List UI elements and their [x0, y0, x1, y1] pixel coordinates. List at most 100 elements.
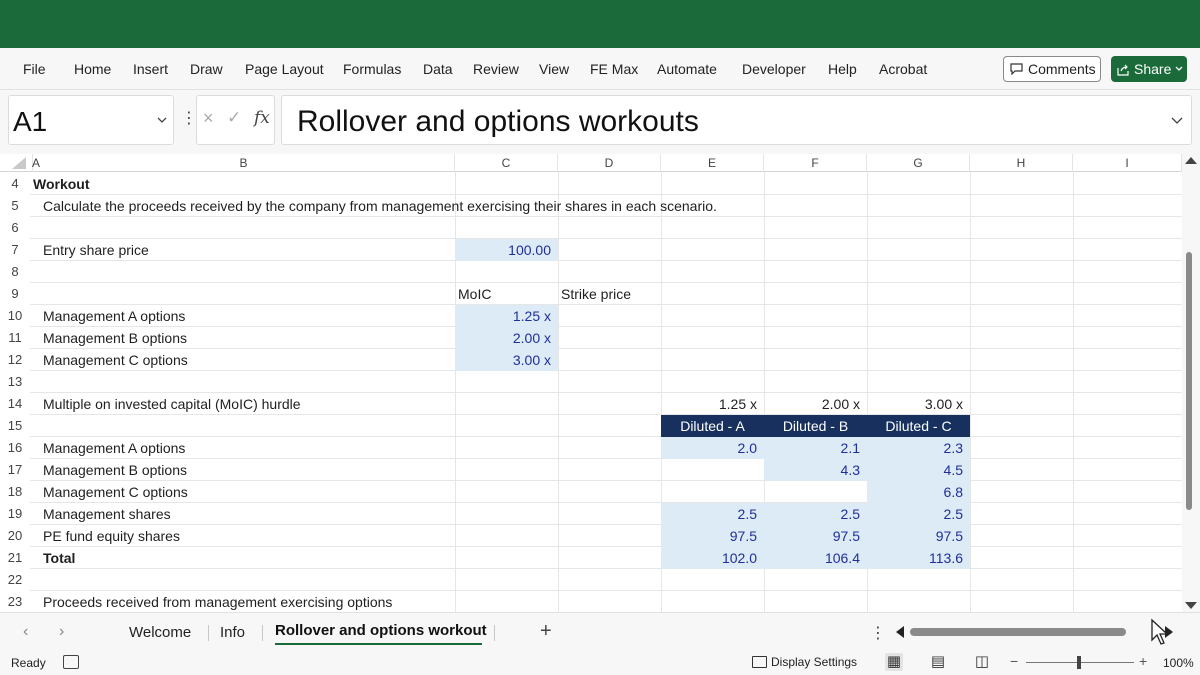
row-header[interactable]: 8 — [0, 261, 30, 283]
row-header[interactable]: 4 — [0, 173, 30, 195]
zoom-out-icon[interactable]: − — [1010, 653, 1018, 669]
chevron-right-icon[interactable]: › — [59, 623, 64, 641]
scroll-down-icon[interactable] — [1185, 602, 1197, 609]
cell-f17[interactable]: 4.3 — [764, 459, 867, 481]
cell-g18[interactable]: 6.8 — [867, 481, 970, 503]
row-header[interactable]: 17 — [0, 459, 30, 481]
cell-b19[interactable]: Management shares — [40, 503, 171, 525]
menu-help[interactable]: Help — [828, 61, 857, 77]
cell-f14[interactable]: 2.00 x — [764, 393, 867, 415]
row-header[interactable]: 20 — [0, 525, 30, 547]
row-header[interactable]: 14 — [0, 393, 30, 415]
page-break-icon[interactable]: ◫ — [973, 653, 991, 671]
menu-fe-max[interactable]: FE Max — [590, 61, 638, 77]
name-box[interactable]: A1 — [8, 95, 174, 145]
menu-draw[interactable]: Draw — [190, 61, 223, 77]
menu-developer[interactable]: Developer — [742, 61, 806, 77]
menu-home[interactable]: Home — [74, 61, 111, 77]
cell-f16[interactable]: 2.1 — [764, 437, 867, 459]
check-icon[interactable]: ✓ — [227, 108, 241, 128]
cell-f21[interactable]: 106.4 — [764, 547, 867, 569]
row-header[interactable]: 16 — [0, 437, 30, 459]
column-header-f[interactable]: F — [764, 154, 867, 172]
comments-button[interactable]: Comments — [1003, 56, 1101, 82]
cell-d9[interactable]: Strike price — [558, 283, 631, 305]
more-options-icon[interactable]: ⋮ — [181, 108, 197, 128]
cell-b5[interactable]: Calculate the proceeds received by the c… — [40, 195, 717, 217]
column-header-b[interactable]: B — [33, 154, 455, 172]
cell-f20[interactable]: 97.5 — [764, 525, 867, 547]
cell-b23[interactable]: Proceeds received from management exerci… — [40, 591, 392, 612]
scroll-up-icon[interactable] — [1185, 157, 1197, 164]
more-options-icon[interactable]: ⋮ — [870, 623, 886, 643]
cell-c7[interactable]: 100.00 — [455, 239, 558, 261]
normal-view-icon[interactable]: ▦ — [885, 653, 903, 671]
chevron-down-icon[interactable] — [157, 116, 167, 124]
cell-f15[interactable]: Diluted - B — [764, 415, 867, 437]
cell-b10[interactable]: Management A options — [40, 305, 185, 327]
row-header[interactable]: 23 — [0, 591, 30, 612]
cell-a4[interactable]: Workout — [30, 173, 90, 195]
row-header[interactable]: 10 — [0, 305, 30, 327]
menu-view[interactable]: View — [539, 61, 569, 77]
row-header[interactable]: 15 — [0, 415, 30, 437]
row-header[interactable]: 9 — [0, 283, 30, 305]
share-button[interactable]: Share — [1111, 56, 1187, 82]
cell-e19[interactable]: 2.5 — [661, 503, 764, 525]
plus-icon[interactable]: + — [540, 620, 552, 643]
zoom-in-icon[interactable]: + — [1139, 653, 1147, 669]
sheet-tab-rollover[interactable]: Rollover and options workout — [275, 622, 487, 639]
row-header[interactable]: 6 — [0, 217, 30, 239]
menu-file[interactable]: File — [23, 61, 46, 77]
menu-insert[interactable]: Insert — [133, 61, 168, 77]
select-all-corner[interactable] — [0, 154, 30, 172]
menu-review[interactable]: Review — [473, 61, 519, 77]
cell-b12[interactable]: Management C options — [40, 349, 188, 371]
row-header[interactable]: 7 — [0, 239, 30, 261]
cell-e21[interactable]: 102.0 — [661, 547, 764, 569]
chevron-left-icon[interactable]: ‹ — [23, 623, 28, 641]
cell-g14[interactable]: 3.00 x — [867, 393, 970, 415]
cell-e14[interactable]: 1.25 x — [661, 393, 764, 415]
cell-b14[interactable]: Multiple on invested capital (MoIC) hurd… — [40, 393, 301, 415]
row-header[interactable]: 19 — [0, 503, 30, 525]
cell-b20[interactable]: PE fund equity shares — [40, 525, 180, 547]
menu-acrobat[interactable]: Acrobat — [879, 61, 927, 77]
column-header-c[interactable]: C — [455, 154, 558, 172]
zoom-slider-thumb[interactable] — [1077, 656, 1081, 669]
cell-g15[interactable]: Diluted - C — [867, 415, 970, 437]
row-header[interactable]: 13 — [0, 371, 30, 393]
sheet-tab-info[interactable]: Info — [220, 624, 245, 641]
cell-f19[interactable]: 2.5 — [764, 503, 867, 525]
display-settings-button[interactable]: Display Settings — [752, 655, 857, 669]
page-layout-icon[interactable]: ▤ — [929, 653, 947, 671]
cancel-icon[interactable]: × — [203, 108, 214, 129]
cell-c12[interactable]: 3.00 x — [455, 349, 558, 371]
fx-icon[interactable]: fx — [254, 108, 270, 128]
cell-e15[interactable]: Diluted - A — [661, 415, 764, 437]
cell-b16[interactable]: Management A options — [40, 437, 185, 459]
zoom-level[interactable]: 100% — [1163, 656, 1194, 670]
cell-g19[interactable]: 2.5 — [867, 503, 970, 525]
column-header-i[interactable]: I — [1073, 154, 1182, 172]
menu-formulas[interactable]: Formulas — [343, 61, 401, 77]
row-header[interactable]: 22 — [0, 569, 30, 591]
accessibility-icon[interactable] — [63, 655, 79, 669]
cell-e20[interactable]: 97.5 — [661, 525, 764, 547]
cell-g17[interactable]: 4.5 — [867, 459, 970, 481]
cell-b11[interactable]: Management B options — [40, 327, 187, 349]
cell-c9[interactable]: MoIC — [455, 283, 491, 305]
menu-page-layout[interactable]: Page Layout — [245, 61, 324, 77]
row-header[interactable]: 21 — [0, 547, 30, 569]
cell-g16[interactable]: 2.3 — [867, 437, 970, 459]
column-header-g[interactable]: G — [867, 154, 970, 172]
row-header[interactable]: 18 — [0, 481, 30, 503]
cell-g21[interactable]: 113.6 — [867, 547, 970, 569]
cell-b18[interactable]: Management C options — [40, 481, 188, 503]
expand-formula-icon[interactable] — [1171, 117, 1183, 125]
row-header[interactable]: 11 — [0, 327, 30, 349]
formula-input[interactable]: Rollover and options workouts — [281, 95, 1192, 145]
row-header[interactable]: 5 — [0, 195, 30, 217]
cell-e16[interactable]: 2.0 — [661, 437, 764, 459]
column-header-e[interactable]: E — [661, 154, 764, 172]
